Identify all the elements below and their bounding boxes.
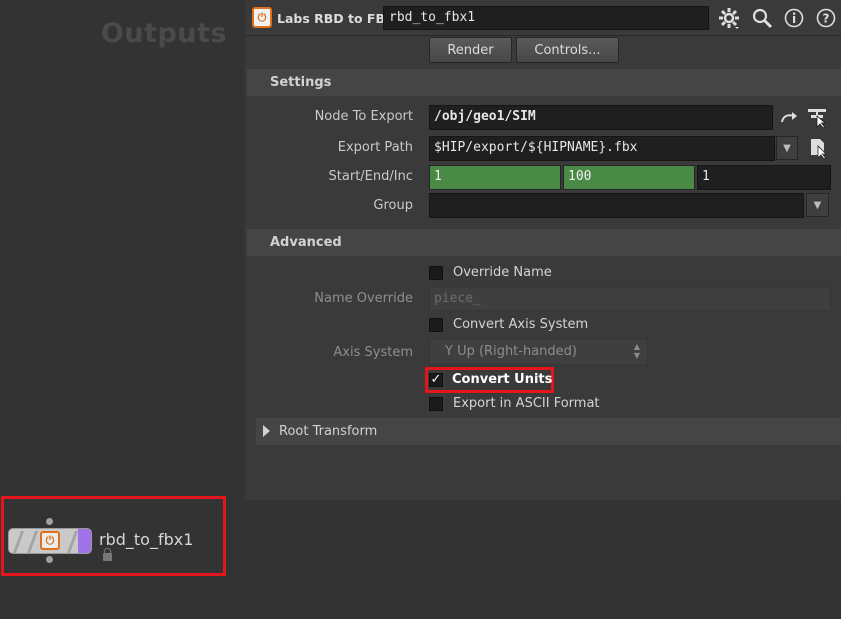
node-highlight-box	[1, 496, 226, 576]
convert-axis-checkbox[interactable]	[429, 318, 443, 332]
parameter-header: ⏻ Labs RBD to FBX rbd_to_fbx1 ?	[245, 0, 841, 36]
root-transform-folder[interactable]: Root Transform	[256, 418, 841, 445]
group-menu-button[interactable]: ▼	[806, 193, 829, 217]
network-context-title: Outputs	[100, 18, 227, 49]
parameter-editor-pane: ⏻ Labs RBD to FBX rbd_to_fbx1 ? Render C…	[245, 0, 841, 619]
node-to-export-field[interactable]: /obj/geo1/SIM	[429, 105, 773, 130]
node-chooser-icon[interactable]	[806, 106, 828, 128]
convert-units-label[interactable]: Convert Units	[452, 372, 552, 387]
convert-units-checkbox[interactable]: ✓	[429, 373, 443, 387]
axis-system-value: Y Up (Right-handed)	[445, 344, 577, 359]
info-icon[interactable]	[782, 6, 806, 30]
group-field[interactable]	[429, 193, 804, 218]
override-name-label[interactable]: Override Name	[453, 265, 552, 280]
name-override-field[interactable]: piece_	[429, 287, 831, 311]
settings-tab-header[interactable]: Settings	[247, 69, 841, 96]
frame-increment-field[interactable]: 1	[697, 165, 831, 190]
export-path-menu-button[interactable]: ▼	[776, 136, 798, 160]
node-to-export-label: Node To Export	[314, 109, 413, 124]
jump-to-node-icon[interactable]	[778, 107, 800, 129]
convert-axis-label[interactable]: Convert Axis System	[453, 317, 588, 332]
root-transform-label: Root Transform	[279, 424, 378, 439]
search-icon[interactable]	[750, 6, 774, 30]
axis-system-label: Axis System	[333, 345, 413, 360]
labs-node-icon: ⏻	[252, 7, 272, 28]
export-path-field[interactable]: $HIP/export/${HIPNAME}.fbx	[429, 136, 775, 161]
file-chooser-icon[interactable]	[807, 137, 829, 159]
help-icon[interactable]: ?	[814, 6, 838, 30]
node-name-field[interactable]: rbd_to_fbx1	[383, 6, 709, 30]
export-ascii-checkbox[interactable]	[429, 397, 443, 411]
render-button[interactable]: Render	[429, 37, 512, 63]
name-override-label: Name Override	[314, 291, 413, 306]
override-name-checkbox[interactable]	[429, 266, 443, 280]
network-editor-pane[interactable]: Outputs ⏻ rbd_to_fbx1	[0, 0, 245, 619]
expand-triangle-icon[interactable]	[263, 425, 270, 437]
advanced-tab-header[interactable]: Advanced	[247, 229, 841, 256]
export-path-label: Export Path	[337, 140, 413, 155]
svg-text:?: ?	[823, 12, 830, 26]
frame-end-field[interactable]: 100	[563, 165, 695, 190]
axis-system-menu[interactable]: Y Up (Right-handed) ▲ ▼	[429, 339, 648, 365]
menu-spinner-icon: ▲ ▼	[633, 342, 641, 360]
header-divider	[245, 35, 841, 36]
operator-type-label: Labs RBD to FBX	[277, 11, 395, 26]
export-ascii-label[interactable]: Export in ASCII Format	[453, 396, 600, 411]
gear-icon[interactable]	[717, 6, 741, 30]
controls-button[interactable]: Controls...	[516, 37, 619, 63]
start-end-inc-label: Start/End/Inc	[328, 169, 413, 184]
parameter-pane-empty-area	[245, 500, 841, 619]
group-label: Group	[373, 198, 413, 213]
frame-start-field[interactable]: 1	[429, 165, 561, 190]
